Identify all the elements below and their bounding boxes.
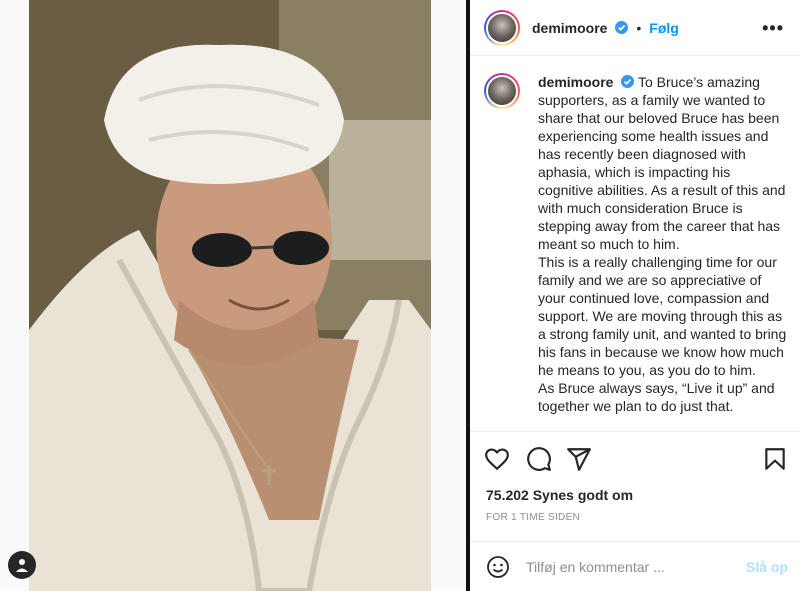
tag-button[interactable] [8, 551, 36, 579]
post-details-panel: demimoore • Følg ••• demimoore To Bruce’… [470, 0, 800, 591]
likes-count[interactable]: 75.202 Synes godt om [486, 487, 633, 503]
more-options-button[interactable]: ••• [762, 18, 784, 39]
bookmark-icon[interactable] [762, 446, 788, 472]
comment-bar: Slå op [470, 541, 800, 591]
username-link[interactable]: demimoore [532, 19, 629, 36]
verified-icon [621, 75, 635, 88]
post-media [0, 0, 466, 591]
caption-area: demimoore To Bruce’s amazing supporters,… [470, 57, 800, 431]
caption-paragraph-2: This is a really challenging time for ou… [538, 254, 787, 378]
avatar[interactable] [484, 9, 520, 46]
share-icon[interactable] [566, 446, 592, 472]
post-timestamp[interactable]: FOR 1 TIME SIDEN [486, 512, 580, 523]
username-text: demimoore [532, 19, 608, 36]
caption-paragraph-3: As Bruce always says, “Live it up” and t… [538, 380, 775, 414]
heart-icon[interactable] [484, 446, 510, 472]
separator-dot: • [636, 19, 642, 36]
emoji-icon[interactable] [486, 555, 510, 579]
follow-button[interactable]: Følg [649, 20, 679, 36]
caption-text: demimoore To Bruce’s amazing supporters,… [538, 73, 788, 431]
comment-icon[interactable] [526, 446, 552, 472]
tag-icon [16, 559, 28, 572]
post-photo[interactable] [29, 0, 431, 591]
photo-illustration [29, 0, 431, 591]
post-header: demimoore • Følg ••• [470, 0, 800, 56]
caption-username[interactable]: demimoore [538, 74, 613, 90]
post-comment-button[interactable]: Slå op [746, 559, 788, 575]
comment-input[interactable] [526, 558, 736, 575]
caption-avatar[interactable] [484, 73, 520, 109]
caption-paragraph-1: To Bruce’s amazing supporters, as a fami… [538, 74, 786, 252]
verified-icon [615, 20, 629, 34]
